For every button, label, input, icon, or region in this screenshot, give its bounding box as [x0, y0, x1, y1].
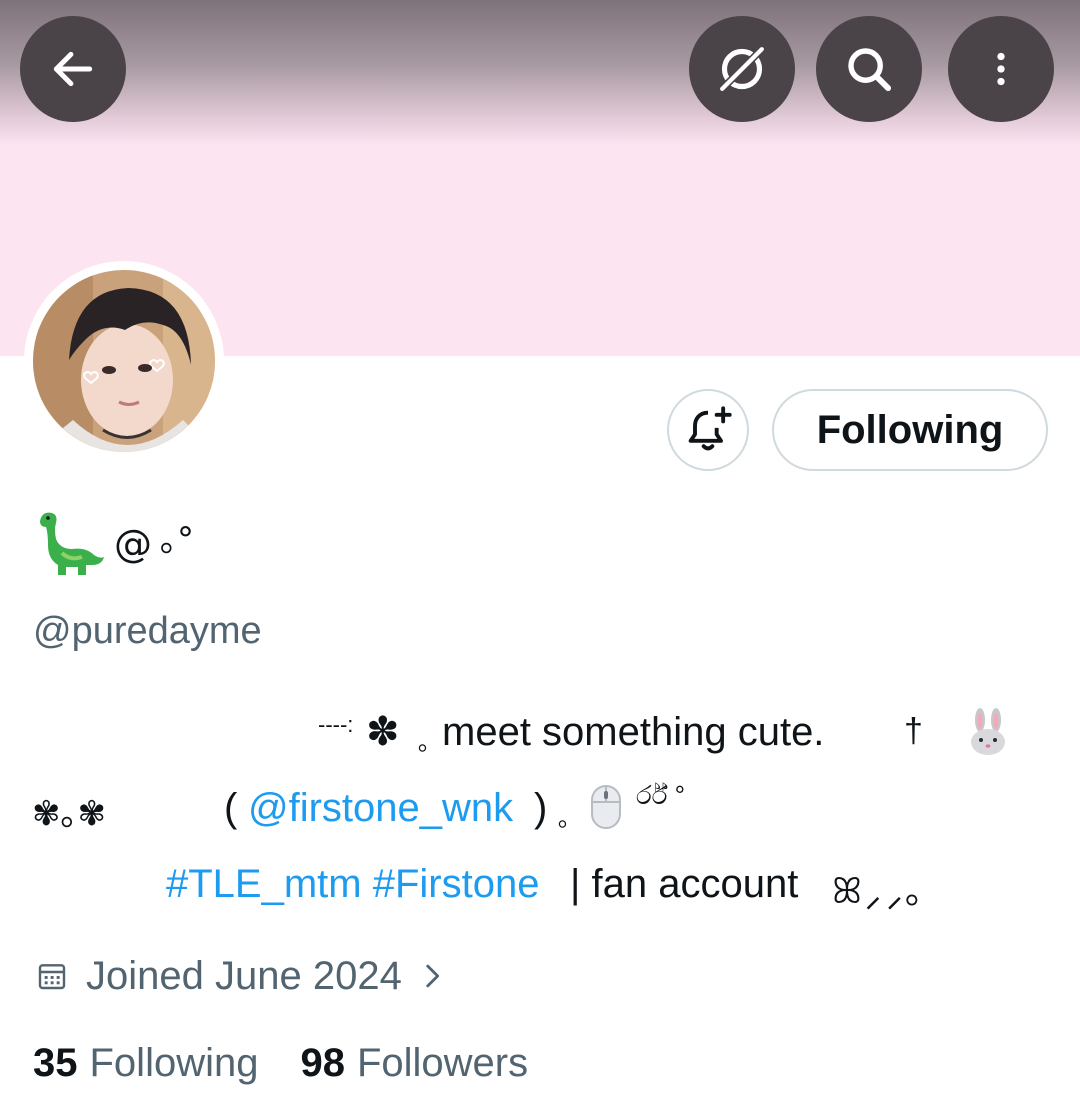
avatar[interactable]: [33, 270, 215, 452]
follow-stats: 35 Following 98 Followers: [33, 1036, 528, 1090]
bio-line1-dot: ｡: [418, 729, 430, 756]
followers-count: 98: [300, 1040, 345, 1085]
back-button[interactable]: [20, 16, 126, 122]
bio-line3-tail: ꕤ⸝⸝｡: [832, 870, 924, 911]
display-name: @ ｡°: [34, 504, 194, 584]
search-icon: [848, 48, 892, 92]
grok-icon: [718, 45, 766, 93]
grok-button[interactable]: [689, 16, 795, 122]
following-count: 35: [33, 1040, 78, 1085]
avatar-photo: [33, 270, 215, 452]
bio-line2-open: (: [224, 786, 238, 830]
bio-line2-flowers: ✾｡✾: [32, 795, 106, 833]
followers-stat[interactable]: 98 Followers: [300, 1041, 528, 1086]
more-vertical-icon: [997, 52, 1005, 86]
bio-line1-prefix: ----:: [318, 712, 354, 737]
notifications-button[interactable]: [667, 389, 749, 471]
bio-line2-tail: ර්ර් °: [636, 780, 686, 810]
bio-line1-flower: ✽: [366, 710, 400, 754]
hashtag-links[interactable]: #TLE_mtm #Firstone: [166, 862, 539, 907]
rabbit-face-icon: [971, 708, 1005, 755]
bio-line2-dot: ｡: [558, 805, 570, 832]
following-label: Following: [89, 1040, 259, 1085]
search-button[interactable]: [816, 16, 922, 122]
followers-label: Followers: [356, 1040, 529, 1085]
mention-link[interactable]: @firstone_wnk: [248, 786, 513, 831]
bio-line2-close: ): [534, 786, 548, 830]
arrow-left-icon: [53, 51, 93, 87]
handle: @puredayme: [33, 610, 262, 652]
bio-line3-text: | fan account: [570, 862, 799, 906]
chevron-right-icon: [426, 964, 439, 988]
bell-plus-icon: [688, 406, 732, 451]
joined-date-row[interactable]: Joined June 2024: [36, 950, 444, 1002]
spiral-icon: @: [114, 522, 152, 566]
calendar-icon: [38, 964, 66, 990]
bio-line1-text: meet something cute.: [442, 710, 825, 754]
joined-date-text: Joined June 2024: [86, 953, 402, 998]
following-button[interactable]: Following: [772, 389, 1048, 471]
bio-line1-dagger: †: [904, 712, 923, 750]
display-name-dots: ｡°: [160, 519, 194, 560]
following-stat[interactable]: 35 Following: [33, 1041, 258, 1086]
more-button[interactable]: [948, 16, 1054, 122]
dinosaur-icon: [40, 512, 104, 575]
computer-mouse-icon: [591, 785, 621, 829]
